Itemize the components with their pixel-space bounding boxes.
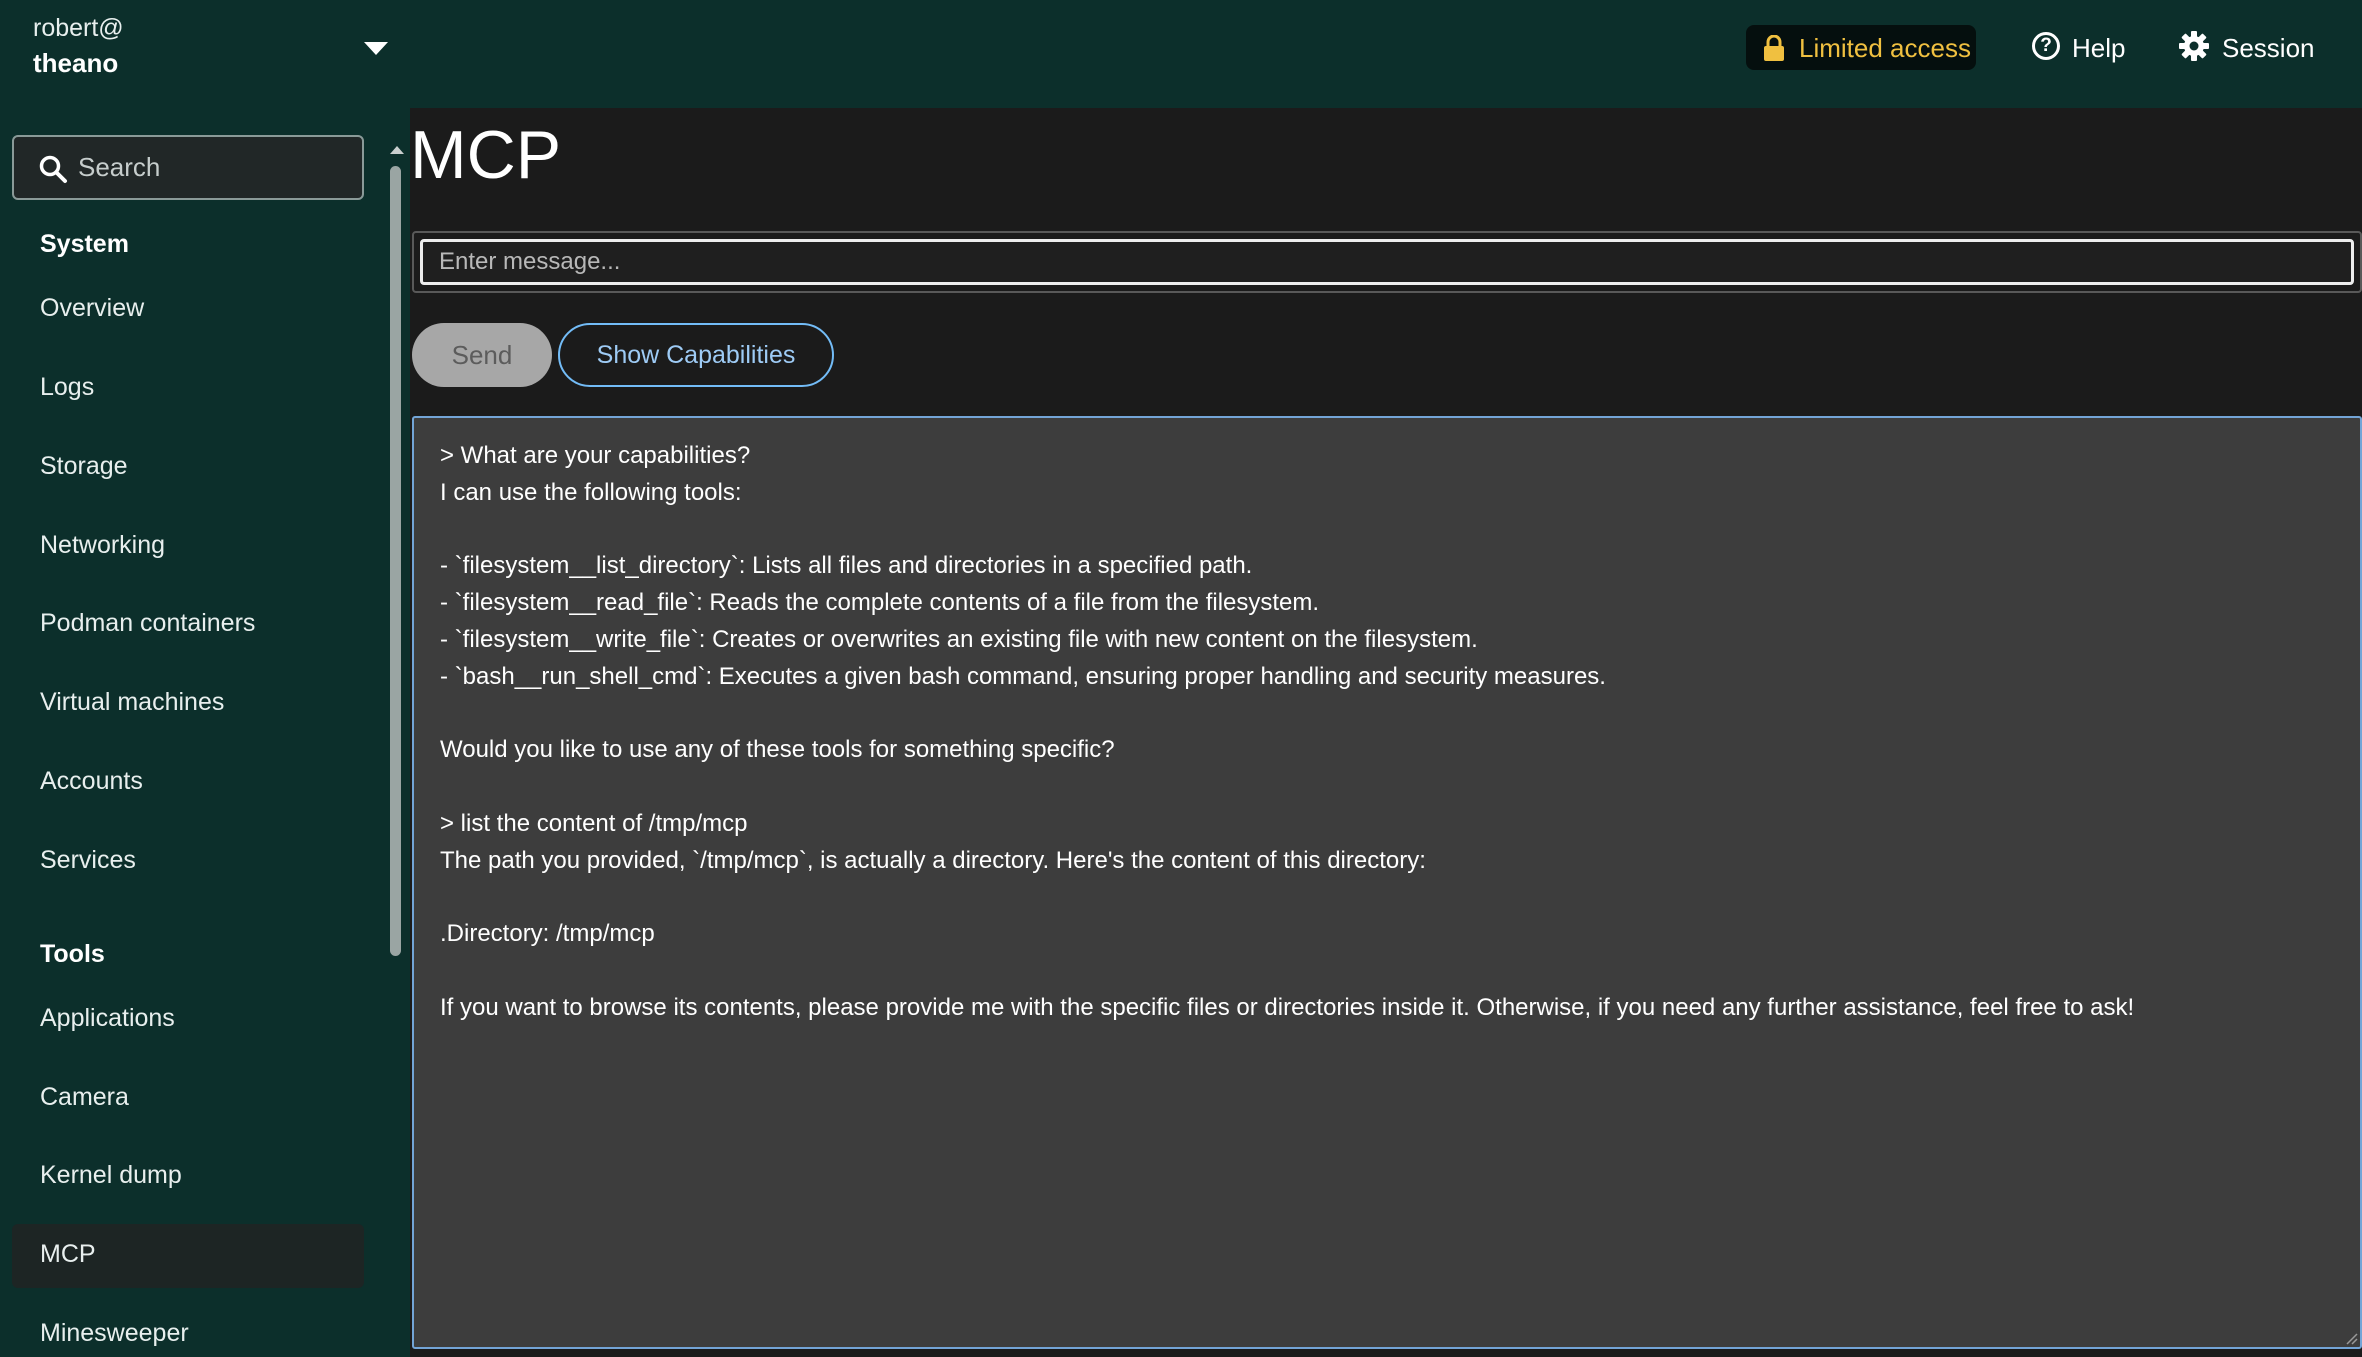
sidebar-item-label: Accounts	[40, 767, 143, 795]
output-line: .Directory: /tmp/mcp	[440, 920, 655, 948]
output-line: If you want to browse its contents, plea…	[440, 993, 2135, 1021]
session-label: Session	[2222, 33, 2315, 63]
caret-down-icon[interactable]	[364, 42, 388, 55]
host-name: theano	[33, 48, 119, 78]
sidebar-item-mcp[interactable]: MCP	[12, 1224, 364, 1288]
sidebar-item-services[interactable]: Services	[12, 830, 364, 894]
output-line: Would you like to use any of these tools…	[440, 736, 1115, 764]
sidebar-item-label: Applications	[40, 1004, 175, 1032]
sidebar-item-applications[interactable]: Applications	[12, 988, 364, 1052]
sidebar-item-label: Camera	[40, 1083, 129, 1111]
message-field-wrapper	[412, 231, 2362, 293]
output-line: > list the content of /tmp/mcp	[440, 809, 748, 837]
scrollbar-thumb[interactable]	[390, 166, 401, 956]
help-label: Help	[2072, 33, 2126, 63]
sidebar-item-label: Networking	[40, 531, 166, 559]
search-input[interactable]	[78, 147, 348, 187]
sidebar-item-minesweeper[interactable]: Minesweeper	[12, 1303, 364, 1357]
message-input[interactable]	[420, 239, 2354, 285]
sidebar-item-virtual-machines[interactable]: Virtual machines	[12, 672, 364, 736]
main-content: MCP Send Show Capabilities > What are yo…	[410, 108, 2362, 1357]
host-switcher[interactable]: robert@ theano	[0, 0, 410, 108]
sidebar-item-label: Podman containers	[40, 609, 256, 637]
output-line: > What are your capabilities?	[440, 442, 751, 469]
sidebar-item-label: Storage	[40, 452, 128, 480]
sidebar-item-camera[interactable]: Camera	[12, 1067, 364, 1131]
output-line: The path you provided, `/tmp/mcp`, is ac…	[440, 846, 1426, 874]
sidebar: System Overview Logs Storage Networking …	[0, 108, 410, 1357]
help-icon: ?	[2032, 32, 2060, 60]
host-user: robert@	[33, 14, 124, 42]
top-bar: robert@ theano Limited access ? Help Ses…	[0, 0, 2362, 108]
sidebar-item-networking[interactable]: Networking	[12, 515, 364, 579]
search-box[interactable]	[12, 135, 364, 200]
app-root: robert@ theano Limited access ? Help Ses…	[0, 0, 2362, 1357]
nav-heading-tools: Tools	[40, 940, 105, 968]
sidebar-item-label: Overview	[40, 294, 145, 322]
resize-handle-icon[interactable]	[2342, 1329, 2358, 1345]
send-button[interactable]: Send	[412, 323, 552, 387]
sidebar-scrollbar[interactable]	[386, 138, 404, 1357]
sidebar-item-label: Logs	[40, 373, 95, 401]
output-line: - `bash__run_shell_cmd`: Executes a give…	[440, 662, 1606, 690]
lock-icon	[1764, 35, 1784, 61]
sidebar-item-podman-containers[interactable]: Podman containers	[12, 593, 364, 657]
gear-icon	[2179, 31, 2209, 61]
output-line: - `filesystem__read_file`: Reads the com…	[440, 589, 1320, 617]
limited-access-label: Limited access	[1799, 33, 1971, 63]
sidebar-item-label: Virtual machines	[40, 688, 225, 716]
sidebar-item-accounts[interactable]: Accounts	[12, 751, 364, 815]
conversation-output[interactable]: > What are your capabilities? I can use …	[412, 416, 2362, 1349]
show-capabilities-button[interactable]: Show Capabilities	[558, 323, 834, 387]
output-line: - `filesystem__list_directory`: Lists al…	[440, 552, 1253, 580]
sidebar-item-logs[interactable]: Logs	[12, 357, 364, 421]
sidebar-item-label: Services	[40, 846, 136, 874]
limited-access-button[interactable]: Limited access	[1746, 25, 1976, 70]
search-icon	[39, 155, 67, 183]
sidebar-item-label: Kernel dump	[40, 1161, 182, 1189]
sidebar-item-overview[interactable]: Overview	[12, 278, 364, 342]
page-title: MCP	[410, 117, 562, 193]
sidebar-item-label: MCP	[40, 1240, 96, 1268]
output-line: - `filesystem__write_file`: Creates or o…	[440, 625, 1478, 653]
output-line: I can use the following tools:	[440, 478, 742, 506]
sidebar-item-label: Minesweeper	[40, 1319, 189, 1347]
scroll-up-arrow-icon[interactable]	[390, 146, 404, 154]
sidebar-item-kernel-dump[interactable]: Kernel dump	[12, 1145, 364, 1209]
nav-heading-system: System	[40, 230, 129, 258]
sidebar-item-storage[interactable]: Storage	[12, 436, 364, 500]
